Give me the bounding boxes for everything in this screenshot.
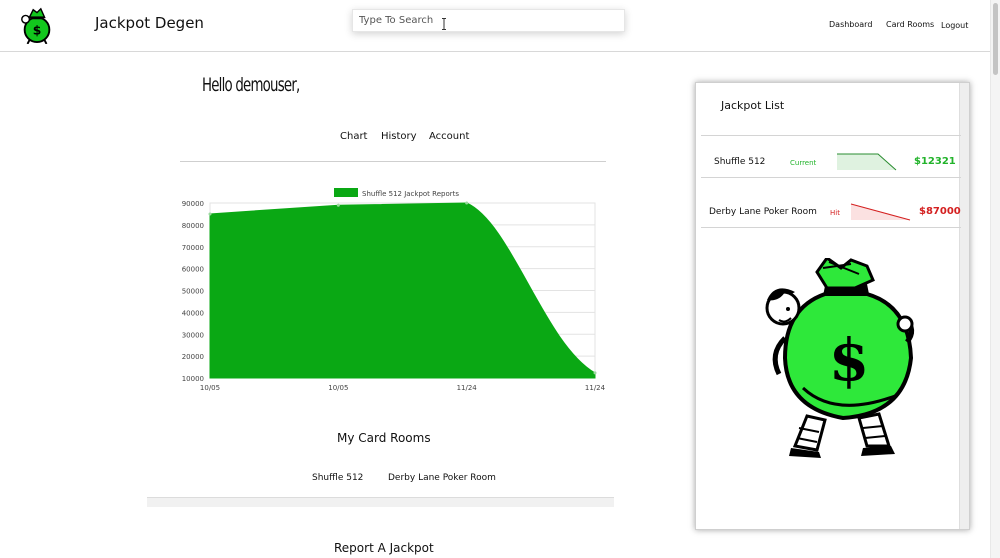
text-cursor-icon [442, 18, 446, 30]
jackpot-item-status: Current [790, 159, 817, 167]
top-header: $ Jackpot Degen Dashboard Card Rooms Log… [0, 0, 990, 52]
scrollbar-thumb[interactable] [993, 3, 998, 75]
card-room-link-derby-lane[interactable]: Derby Lane Poker Room [388, 473, 496, 483]
chart-y-tick-label: 20000 [182, 353, 204, 361]
chart-y-tick-label: 30000 [182, 331, 204, 339]
jackpot-item-amount: $12321 [914, 156, 956, 167]
chart-legend-label: Shuffle 512 Jackpot Reports [362, 190, 459, 198]
chart-legend-swatch [334, 188, 358, 197]
chart-data-point [465, 201, 469, 205]
chart-y-tick-label: 90000 [182, 200, 204, 208]
jackpot-item-name: Shuffle 512 [714, 157, 766, 167]
jackpot-item-amount: $87000 [919, 206, 961, 217]
rooms-divider [147, 497, 614, 507]
jackpot-chart: 90000 80000 70000 60000 50000 40000 30000 20000… [172, 182, 612, 397]
my-card-rooms-title: My Card Rooms [337, 431, 431, 445]
report-jackpot-title: Report A Jackpot [334, 541, 434, 555]
chart-x-tick-label: 11/24 [585, 384, 606, 392]
jackpot-item-name: Derby Lane Poker Room [709, 207, 817, 217]
money-bag-illustration-icon: $ [765, 258, 914, 458]
tab-account[interactable]: Account [429, 131, 469, 142]
page-scrollbar[interactable] [990, 0, 1000, 558]
svg-text:$: $ [829, 326, 869, 394]
jackpot-area-chart: 90000 80000 70000 60000 50000 40000 30000 20000… [182, 188, 606, 392]
card-room-link-shuffle-512[interactable]: Shuffle 512 [312, 473, 363, 483]
chart-y-tick-label: 80000 [182, 222, 204, 230]
tab-chart[interactable]: Chart [340, 131, 367, 142]
chart-data-point [336, 203, 340, 207]
chart-x-tick-label: 10/05 [200, 384, 220, 392]
chart-data-point [208, 212, 212, 216]
search-input[interactable] [352, 9, 625, 32]
jackpot-list-title: Jackpot List [721, 99, 785, 112]
chart-y-tick-label: 50000 [182, 288, 204, 296]
greeting-heading: Hello demouser, [202, 74, 300, 96]
jackpot-list-item[interactable]: Derby Lane Poker Room Hit $87000 [701, 177, 961, 227]
chart-y-tick-label: 70000 [182, 244, 204, 252]
money-bag-logo-icon[interactable]: $ [18, 4, 56, 44]
chart-data-point [593, 371, 597, 375]
chart-x-tick-label: 10/05 [328, 384, 348, 392]
chart-y-tick-label: 60000 [182, 266, 204, 274]
app-title[interactable]: Jackpot Degen [95, 14, 204, 32]
nav-card-rooms-link[interactable]: Card Rooms [886, 20, 934, 29]
nav-dashboard-link[interactable]: Dashboard [829, 20, 872, 29]
trend-sparkline [837, 153, 897, 171]
tab-history[interactable]: History [381, 131, 417, 142]
jackpot-list-divider [701, 227, 961, 228]
jackpot-list-item[interactable]: Shuffle 512 Current $12321 [701, 135, 961, 177]
svg-text:$: $ [33, 23, 42, 37]
chart-x-tick-label: 11/24 [457, 384, 478, 392]
nav-logout-link[interactable]: Logout [941, 21, 968, 30]
jackpot-item-status: Hit [830, 209, 840, 217]
tabs-divider [180, 161, 606, 162]
trend-sparkline [850, 203, 911, 221]
chart-y-tick-label: 40000 [182, 309, 204, 317]
chart-y-tick-label: 10000 [182, 375, 204, 383]
